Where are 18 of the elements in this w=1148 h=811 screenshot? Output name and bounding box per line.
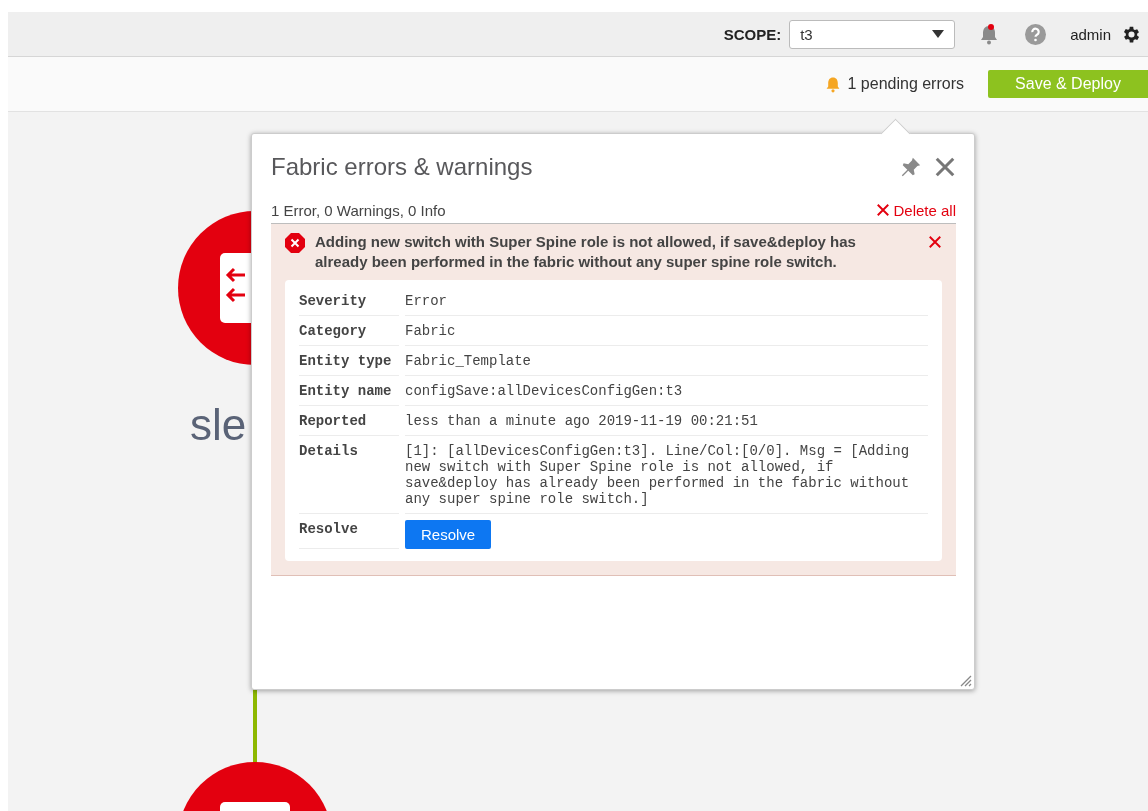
detail-value: Error	[405, 286, 928, 316]
error-message: Adding new switch with Super Spine role is not allowed, if save&deploy has already been performed in the fabric without any super spine role switch.	[315, 232, 857, 272]
detail-value: configSave:allDevicesConfigGen:t3	[405, 376, 928, 406]
detail-label: Category	[299, 316, 399, 346]
detail-label: Reported	[299, 406, 399, 436]
detail-label: Details	[299, 436, 399, 514]
detail-value: [1]: [allDevicesConfigGen:t3]. Line/Col:[0/0]. Msg = [Adding new switch with Super Spine role is not allowed, if save&deploy has already been performed in the fabric without any super spine role switch.]	[405, 436, 928, 514]
detail-label: Entity name	[299, 376, 399, 406]
detail-value: Fabric_Template	[405, 346, 928, 376]
detail-label: Severity	[299, 286, 399, 316]
detail-value: Fabric	[405, 316, 928, 346]
detail-label: Entity type	[299, 346, 399, 376]
error-summary: 1 Error, 0 Warnings, 0 Info	[271, 201, 446, 219]
detail-value: less than a minute ago 2019-11-19 00:21:51	[405, 406, 928, 436]
popup-title: Fabric errors & warnings	[271, 153, 533, 181]
scope-label: SCOPE:	[723, 25, 782, 43]
detail-label: Resolve	[299, 514, 399, 549]
node-label: sle	[190, 400, 247, 450]
